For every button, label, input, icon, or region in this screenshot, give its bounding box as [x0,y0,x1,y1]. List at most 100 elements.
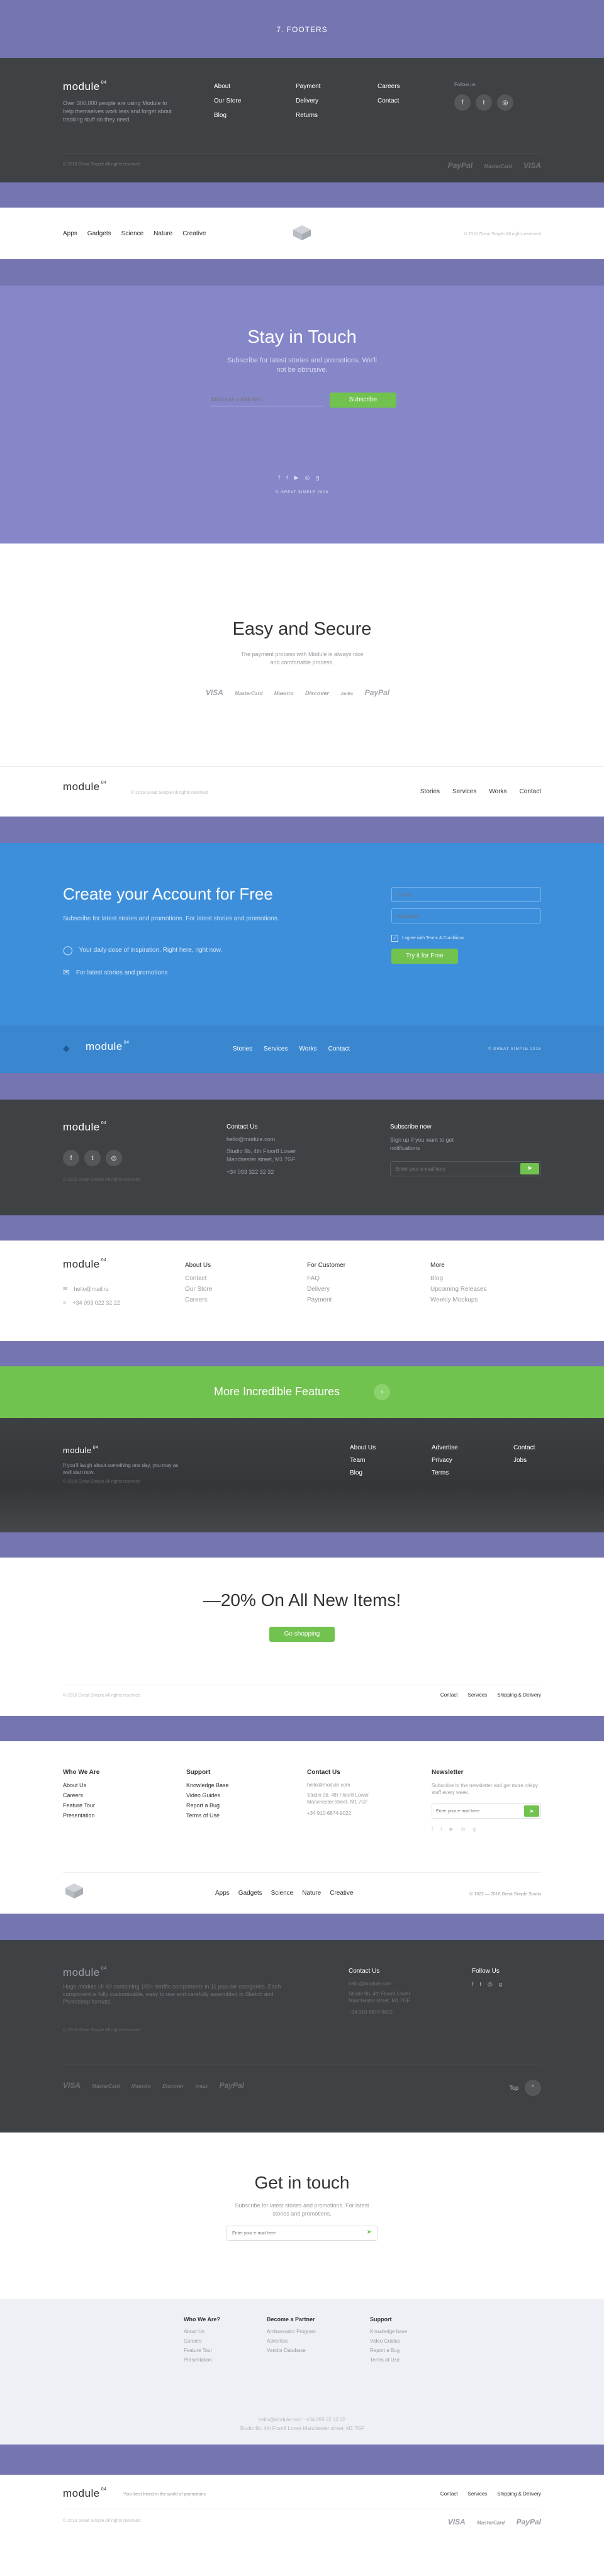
facebook-icon[interactable]: f [454,94,471,111]
link-knowledge[interactable]: Knowledge base [370,2329,407,2334]
cube-logo-icon[interactable] [291,224,313,242]
logo[interactable]: module 04 [63,81,107,93]
email-input[interactable] [432,1804,520,1819]
nav-works[interactable]: Works [299,1045,316,1052]
youtube-icon[interactable]: ▶ [294,474,305,481]
footer-link-store[interactable]: Our Store [214,98,241,104]
checkbox-icon[interactable]: ✓ [391,935,398,942]
link-advertise[interactable]: Advertise [432,1444,458,1451]
link-delivery[interactable]: Delivery [307,1286,345,1293]
nav-contact[interactable]: Contact [440,1692,458,1698]
link-store[interactable]: Our Store [185,1286,212,1293]
contact-email[interactable]: hello@module.com [349,1981,437,1987]
link-videos[interactable]: Video Guides [370,2338,407,2344]
nav-nature[interactable]: Nature [154,230,172,237]
link-privacy[interactable]: Privacy [432,1457,458,1464]
logo[interactable]: module 04 [63,1446,98,1455]
nav-services[interactable]: Services [468,2491,488,2497]
send-icon[interactable]: ➤ [520,1163,539,1174]
instagram-icon[interactable]: ◎ [461,1826,473,1832]
link-videos[interactable]: Video Guides [186,1792,229,1798]
email-input[interactable] [227,2226,353,2241]
email-input[interactable] [210,393,323,406]
facebook-icon[interactable]: f [432,1826,440,1832]
instagram-icon[interactable]: ◎ [497,94,513,111]
link-terms[interactable]: Terms of Use [370,2357,407,2363]
nav-contact[interactable]: Contact [520,788,541,795]
footer-link-about[interactable]: About [214,83,241,90]
instagram-icon[interactable]: ◎ [106,1150,122,1166]
nav-shipping[interactable]: Shipping & Delivery [497,1692,541,1698]
terms-checkbox[interactable]: ✓ I agree with Terms & Conditions [391,935,464,942]
link-bug[interactable]: Report a Bug [186,1802,229,1809]
link-blog[interactable]: Blog [430,1275,487,1282]
link-upcoming[interactable]: Upcoming Releases [430,1286,487,1293]
google-plus-icon[interactable]: g [316,474,325,481]
nav-apps[interactable]: Apps [63,230,77,237]
logo[interactable]: module 04 [63,1121,107,1134]
nav-creative[interactable]: Creative [330,1890,353,1897]
facebook-icon[interactable]: f [472,1981,480,1987]
google-plus-icon[interactable]: g [473,1826,483,1832]
footer-link-returns[interactable]: Returns [296,112,320,119]
footer-link-blog[interactable]: Blog [214,112,241,119]
instagram-icon[interactable]: ◎ [305,474,316,481]
send-icon[interactable]: ➤ [367,2229,372,2236]
link-tour[interactable]: Feature Tour [184,2348,220,2353]
nav-nature[interactable]: Nature [302,1890,321,1897]
nav-creative[interactable]: Creative [182,230,206,237]
footer-link-careers[interactable]: Careers [378,83,400,90]
nav-stories[interactable]: Stories [233,1045,252,1052]
link-presentation[interactable]: Presentation [184,2357,220,2363]
link-about[interactable]: About Us [184,2329,220,2334]
link-team[interactable]: Team [350,1457,376,1464]
nav-shipping[interactable]: Shipping & Delivery [497,2491,541,2497]
link-contact[interactable]: Contact [185,1275,212,1282]
subscribe-button[interactable]: Subscribe [330,393,396,408]
nav-services[interactable]: Services [264,1045,288,1052]
arrow-up-icon[interactable]: ⌃ [525,2080,541,2096]
go-shopping-button[interactable]: Go shopping [269,1627,335,1642]
link-terms[interactable]: Terms of Use [186,1812,229,1819]
google-plus-icon[interactable]: g [499,1981,508,1987]
nav-services[interactable]: Services [468,1692,488,1698]
facebook-icon[interactable]: f [63,1150,79,1166]
nav-science[interactable]: Science [271,1890,294,1897]
email-field[interactable]: ➤ [390,1161,541,1176]
link-knowledge[interactable]: Knowledge Base [186,1782,229,1788]
facebook-icon[interactable]: f [279,474,287,481]
twitter-icon[interactable]: t [480,1981,488,1987]
link-payment[interactable]: Payment [307,1296,345,1303]
contact-email[interactable]: hello@module.com [226,1136,275,1142]
link-faq[interactable]: FAQ [307,1275,345,1282]
nav-contact[interactable]: Contact [440,2491,458,2497]
footer-link-payment[interactable]: Payment [296,83,320,90]
link-about[interactable]: About Us [350,1444,376,1451]
logo[interactable]: module 04 [63,781,107,793]
nav-gadgets[interactable]: Gadgets [238,1890,262,1897]
features-banner[interactable]: More Incredible Features › [0,1366,604,1418]
link-blog[interactable]: Blog [350,1469,376,1476]
twitter-icon[interactable]: t [286,474,294,481]
twitter-icon[interactable]: t [84,1150,101,1166]
cube-logo-icon[interactable] [63,1882,86,1900]
nav-stories[interactable]: Stories [420,788,440,795]
password-input[interactable] [391,908,541,923]
nav-apps[interactable]: Apps [215,1890,230,1897]
link-about[interactable]: About Us [63,1782,99,1788]
nav-science[interactable]: Science [121,230,144,237]
link-contact[interactable]: Contact [513,1444,535,1451]
link-careers[interactable]: Careers [63,1792,99,1798]
link-ambassador[interactable]: Ambassador Program [267,2329,316,2334]
email-field[interactable]: ➤ [432,1804,541,1819]
footer-link-contact[interactable]: Contact [378,98,400,104]
logo[interactable]: module 04 [86,1040,130,1053]
email-field[interactable] [210,393,323,406]
twitter-icon[interactable]: t [440,1826,449,1832]
nav-contact[interactable]: Contact [328,1045,350,1052]
link-presentation[interactable]: Presentation [63,1812,99,1819]
contact-email[interactable]: hello@module.com [307,1782,389,1788]
email-input[interactable] [391,887,541,902]
arrow-right-icon[interactable]: › [374,1384,390,1400]
link-bug[interactable]: Report a Bug [370,2348,407,2353]
